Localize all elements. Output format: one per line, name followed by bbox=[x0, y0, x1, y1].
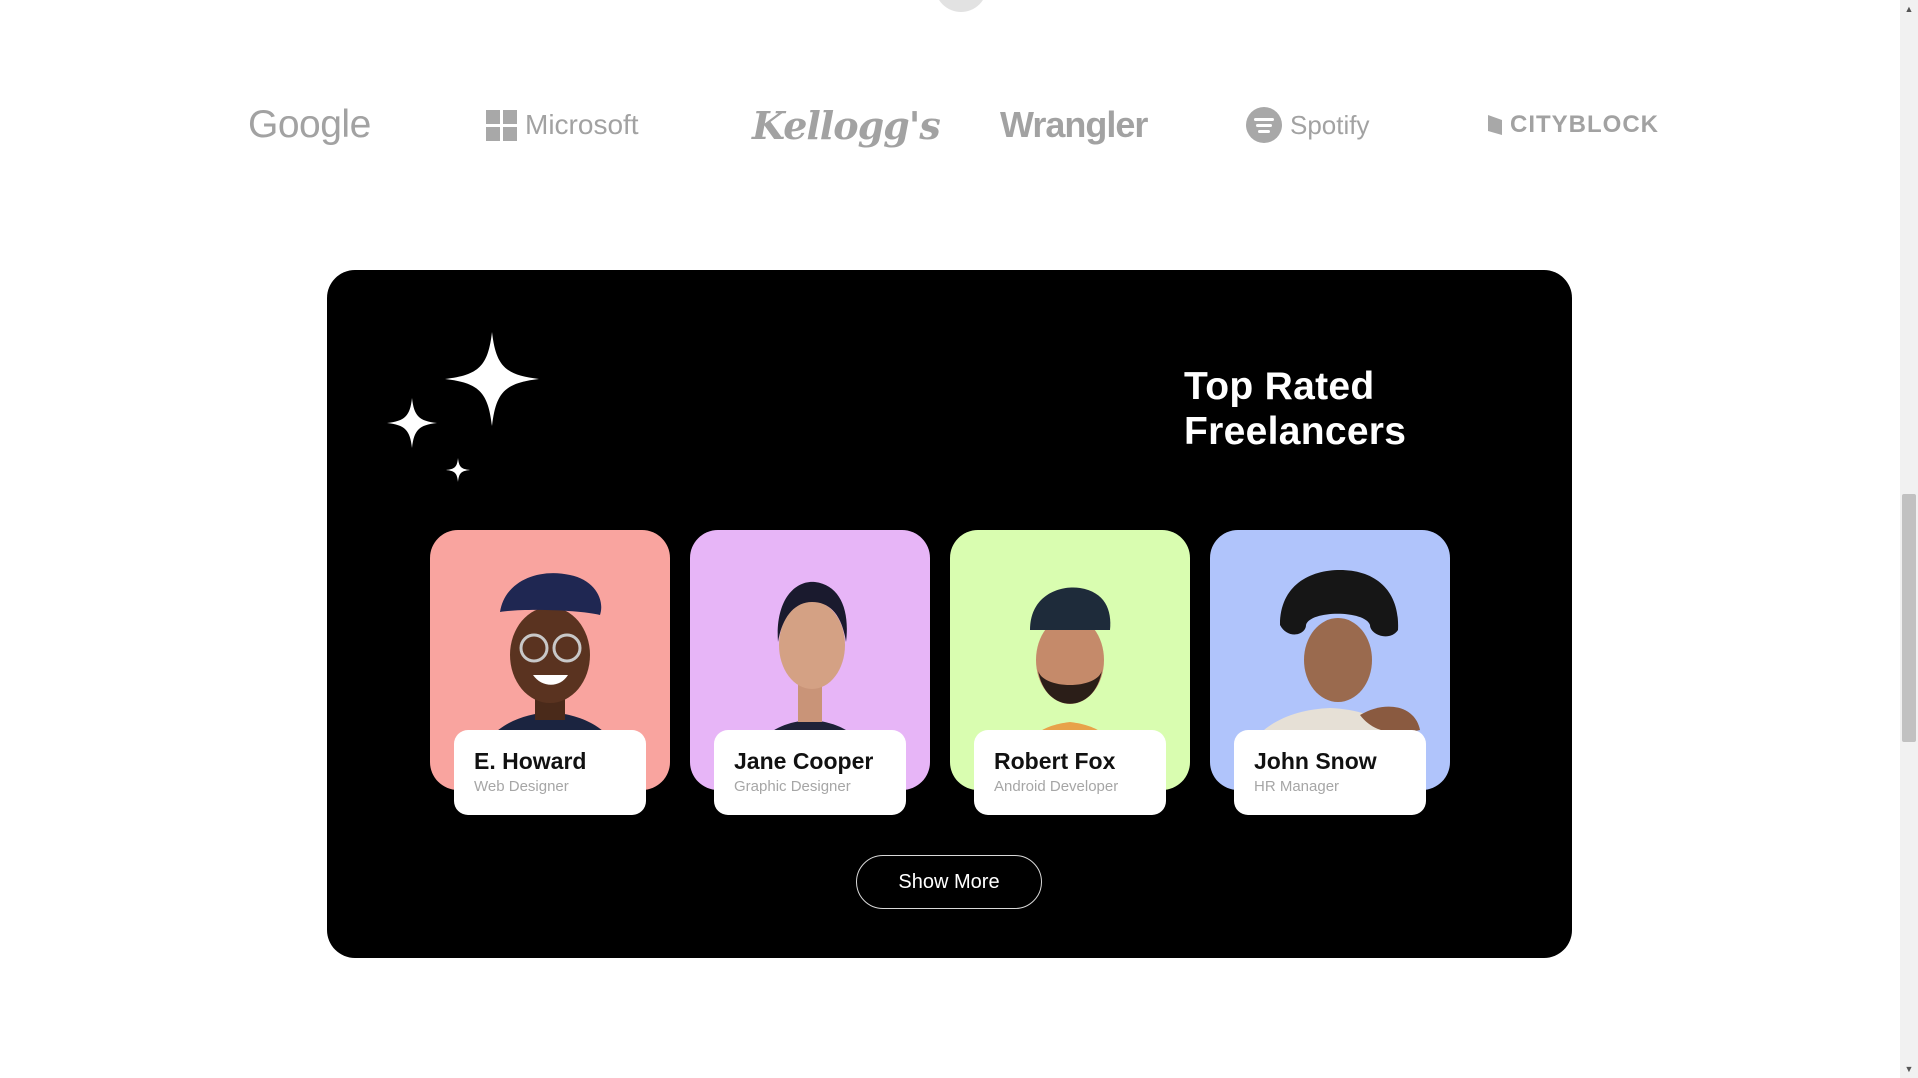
spotify-icon bbox=[1246, 107, 1282, 143]
freelancer-card[interactable]: Jane Cooper Graphic Designer bbox=[690, 530, 930, 820]
freelancer-info: E. Howard Web Designer bbox=[454, 730, 646, 815]
freelancer-card[interactable]: Robert Fox Android Developer bbox=[950, 530, 1190, 820]
carousel-dot[interactable] bbox=[935, 0, 987, 12]
sparkles-icon bbox=[387, 332, 539, 482]
wrangler-logo: Wrangler bbox=[1000, 104, 1148, 145]
freelancer-card[interactable]: John Snow HR Manager bbox=[1210, 530, 1450, 820]
show-more-button[interactable]: Show More bbox=[856, 855, 1042, 909]
kelloggs-logo: Kellogg's bbox=[752, 102, 941, 148]
scroll-up-arrow-icon[interactable]: ▲ bbox=[1900, 0, 1918, 18]
freelancer-card[interactable]: E. Howard Web Designer bbox=[430, 530, 670, 820]
freelancer-cards: E. Howard Web Designer Jane Cooper Graph… bbox=[430, 530, 1470, 820]
page-scrollbar[interactable]: ▲ ▼ bbox=[1900, 0, 1918, 1078]
top-rated-freelancers-section: Top Rated Freelancers E. Howard Web Desi… bbox=[327, 270, 1572, 958]
cityblock-flag-icon bbox=[1488, 115, 1502, 135]
freelancer-info: John Snow HR Manager bbox=[1234, 730, 1426, 815]
microsoft-grid-icon bbox=[486, 109, 517, 141]
microsoft-logo: Microsoft bbox=[486, 95, 639, 155]
cityblock-logo: CITYBLOCK bbox=[1488, 95, 1659, 155]
scrollbar-thumb[interactable] bbox=[1902, 494, 1916, 742]
partner-logos: Google Microsoft Kellogg's Wrangler Spot… bbox=[0, 95, 1900, 155]
scroll-down-arrow-icon[interactable]: ▼ bbox=[1900, 1060, 1918, 1078]
freelancer-info: Jane Cooper Graphic Designer bbox=[714, 730, 906, 815]
google-logo: Google bbox=[248, 103, 371, 146]
spotify-logo: Spotify bbox=[1246, 95, 1370, 155]
freelancer-info: Robert Fox Android Developer bbox=[974, 730, 1166, 815]
section-title: Top Rated Freelancers bbox=[1184, 365, 1407, 453]
